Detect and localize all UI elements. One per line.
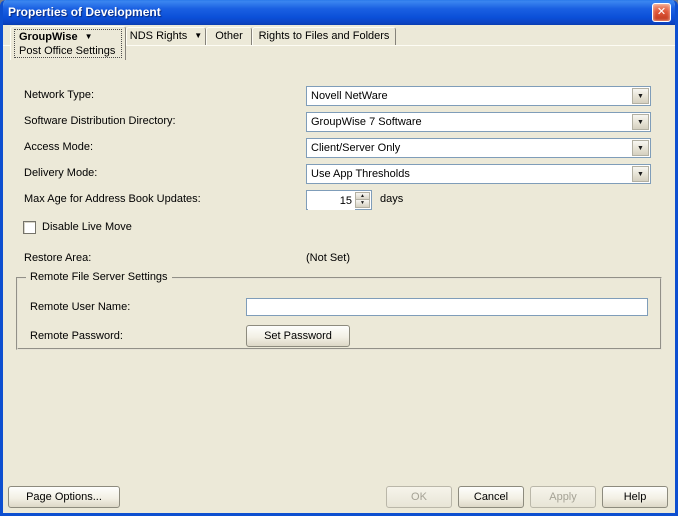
max-age-days-suffix: days — [380, 193, 404, 205]
ok-button: OK — [386, 486, 452, 508]
software-distribution-label: Software Distribution Directory: — [24, 115, 176, 127]
tab-rights-to-files[interactable]: Rights to Files and Folders — [252, 27, 396, 45]
titlebar[interactable]: Properties of Development ✕ — [3, 0, 675, 25]
post-office-settings-page: Network Type: Novell NetWare ▼ Software … — [3, 45, 675, 479]
network-type-dropdown[interactable]: Novell NetWare ▼ — [306, 86, 651, 106]
properties-dialog: Properties of Development ✕ GroupWise ▼ P… — [0, 0, 678, 516]
dropdown-arrow-button[interactable]: ▼ — [632, 114, 649, 130]
delivery-mode-label: Delivery Mode: — [24, 167, 98, 179]
dropdown-arrow-button[interactable]: ▼ — [632, 166, 649, 182]
software-distribution-dropdown[interactable]: GroupWise 7 Software ▼ — [306, 112, 651, 132]
chevron-down-icon: ▼ — [637, 144, 644, 152]
close-button[interactable]: ✕ — [652, 3, 671, 22]
dropdown-arrow-button[interactable]: ▼ — [632, 88, 649, 104]
restore-area-value: (Not Set) — [306, 252, 351, 264]
disable-live-move-checkbox[interactable] — [23, 221, 36, 234]
page-options-button[interactable]: Page Options... — [8, 486, 120, 508]
access-mode-value: Client/Server Only — [311, 142, 401, 154]
tab-groupwise-label: GroupWise — [19, 31, 78, 43]
chevron-down-icon[interactable]: ▼ — [85, 32, 93, 41]
max-age-spinner[interactable]: ▲ ▼ — [306, 190, 372, 210]
network-type-value: Novell NetWare — [311, 90, 388, 102]
remote-file-server-settings-group: Remote File Server Settings Remote User … — [16, 271, 662, 350]
remote-group-title: Remote File Server Settings — [26, 271, 172, 283]
delivery-mode-value: Use App Thresholds — [311, 168, 410, 180]
tab-other-label: Other — [215, 30, 243, 42]
software-distribution-value: GroupWise 7 Software — [311, 116, 422, 128]
max-age-label: Max Age for Address Book Updates: — [24, 193, 201, 205]
remote-user-name-input[interactable] — [246, 298, 648, 316]
arrow-down-icon: ▼ — [360, 200, 365, 206]
cancel-button[interactable]: Cancel — [458, 486, 524, 508]
chevron-down-icon[interactable]: ▼ — [194, 31, 202, 40]
tab-rights-to-files-label: Rights to Files and Folders — [258, 30, 390, 42]
set-password-button[interactable]: Set Password — [246, 325, 350, 347]
restore-area-label: Restore Area: — [24, 252, 92, 264]
apply-button: Apply — [530, 486, 596, 508]
help-button[interactable]: Help — [602, 486, 668, 508]
close-icon: ✕ — [656, 6, 667, 18]
chevron-down-icon: ▼ — [637, 170, 644, 178]
network-type-label: Network Type: — [24, 89, 95, 101]
remote-user-name-label: Remote User Name: — [30, 301, 131, 313]
max-age-input[interactable] — [308, 192, 355, 210]
chevron-down-icon: ▼ — [637, 92, 644, 100]
tab-groupwise-label-row: GroupWise ▼ — [19, 31, 117, 43]
tab-groupwise-focus: GroupWise ▼ Post Office Settings — [14, 29, 122, 58]
access-mode-dropdown[interactable]: Client/Server Only ▼ — [306, 138, 651, 158]
tab-groupwise-sublabel: Post Office Settings — [19, 45, 116, 57]
spin-down-button[interactable]: ▼ — [355, 199, 370, 208]
max-age-spin-buttons: ▲ ▼ — [355, 192, 370, 208]
dropdown-arrow-button[interactable]: ▼ — [632, 140, 649, 156]
tab-other[interactable]: Other — [206, 27, 252, 45]
chevron-down-icon: ▼ — [637, 118, 644, 126]
window-title: Properties of Development — [8, 5, 161, 19]
tab-nds-rights-label: NDS Rights — [129, 30, 188, 42]
access-mode-label: Access Mode: — [24, 141, 94, 153]
disable-live-move-label[interactable]: Disable Live Move — [42, 221, 132, 233]
tab-groupwise[interactable]: GroupWise ▼ Post Office Settings — [10, 26, 126, 60]
remote-password-label: Remote Password: — [30, 330, 123, 342]
tab-nds-rights[interactable]: NDS Rights ▼ — [126, 27, 206, 45]
delivery-mode-dropdown[interactable]: Use App Thresholds ▼ — [306, 164, 651, 184]
